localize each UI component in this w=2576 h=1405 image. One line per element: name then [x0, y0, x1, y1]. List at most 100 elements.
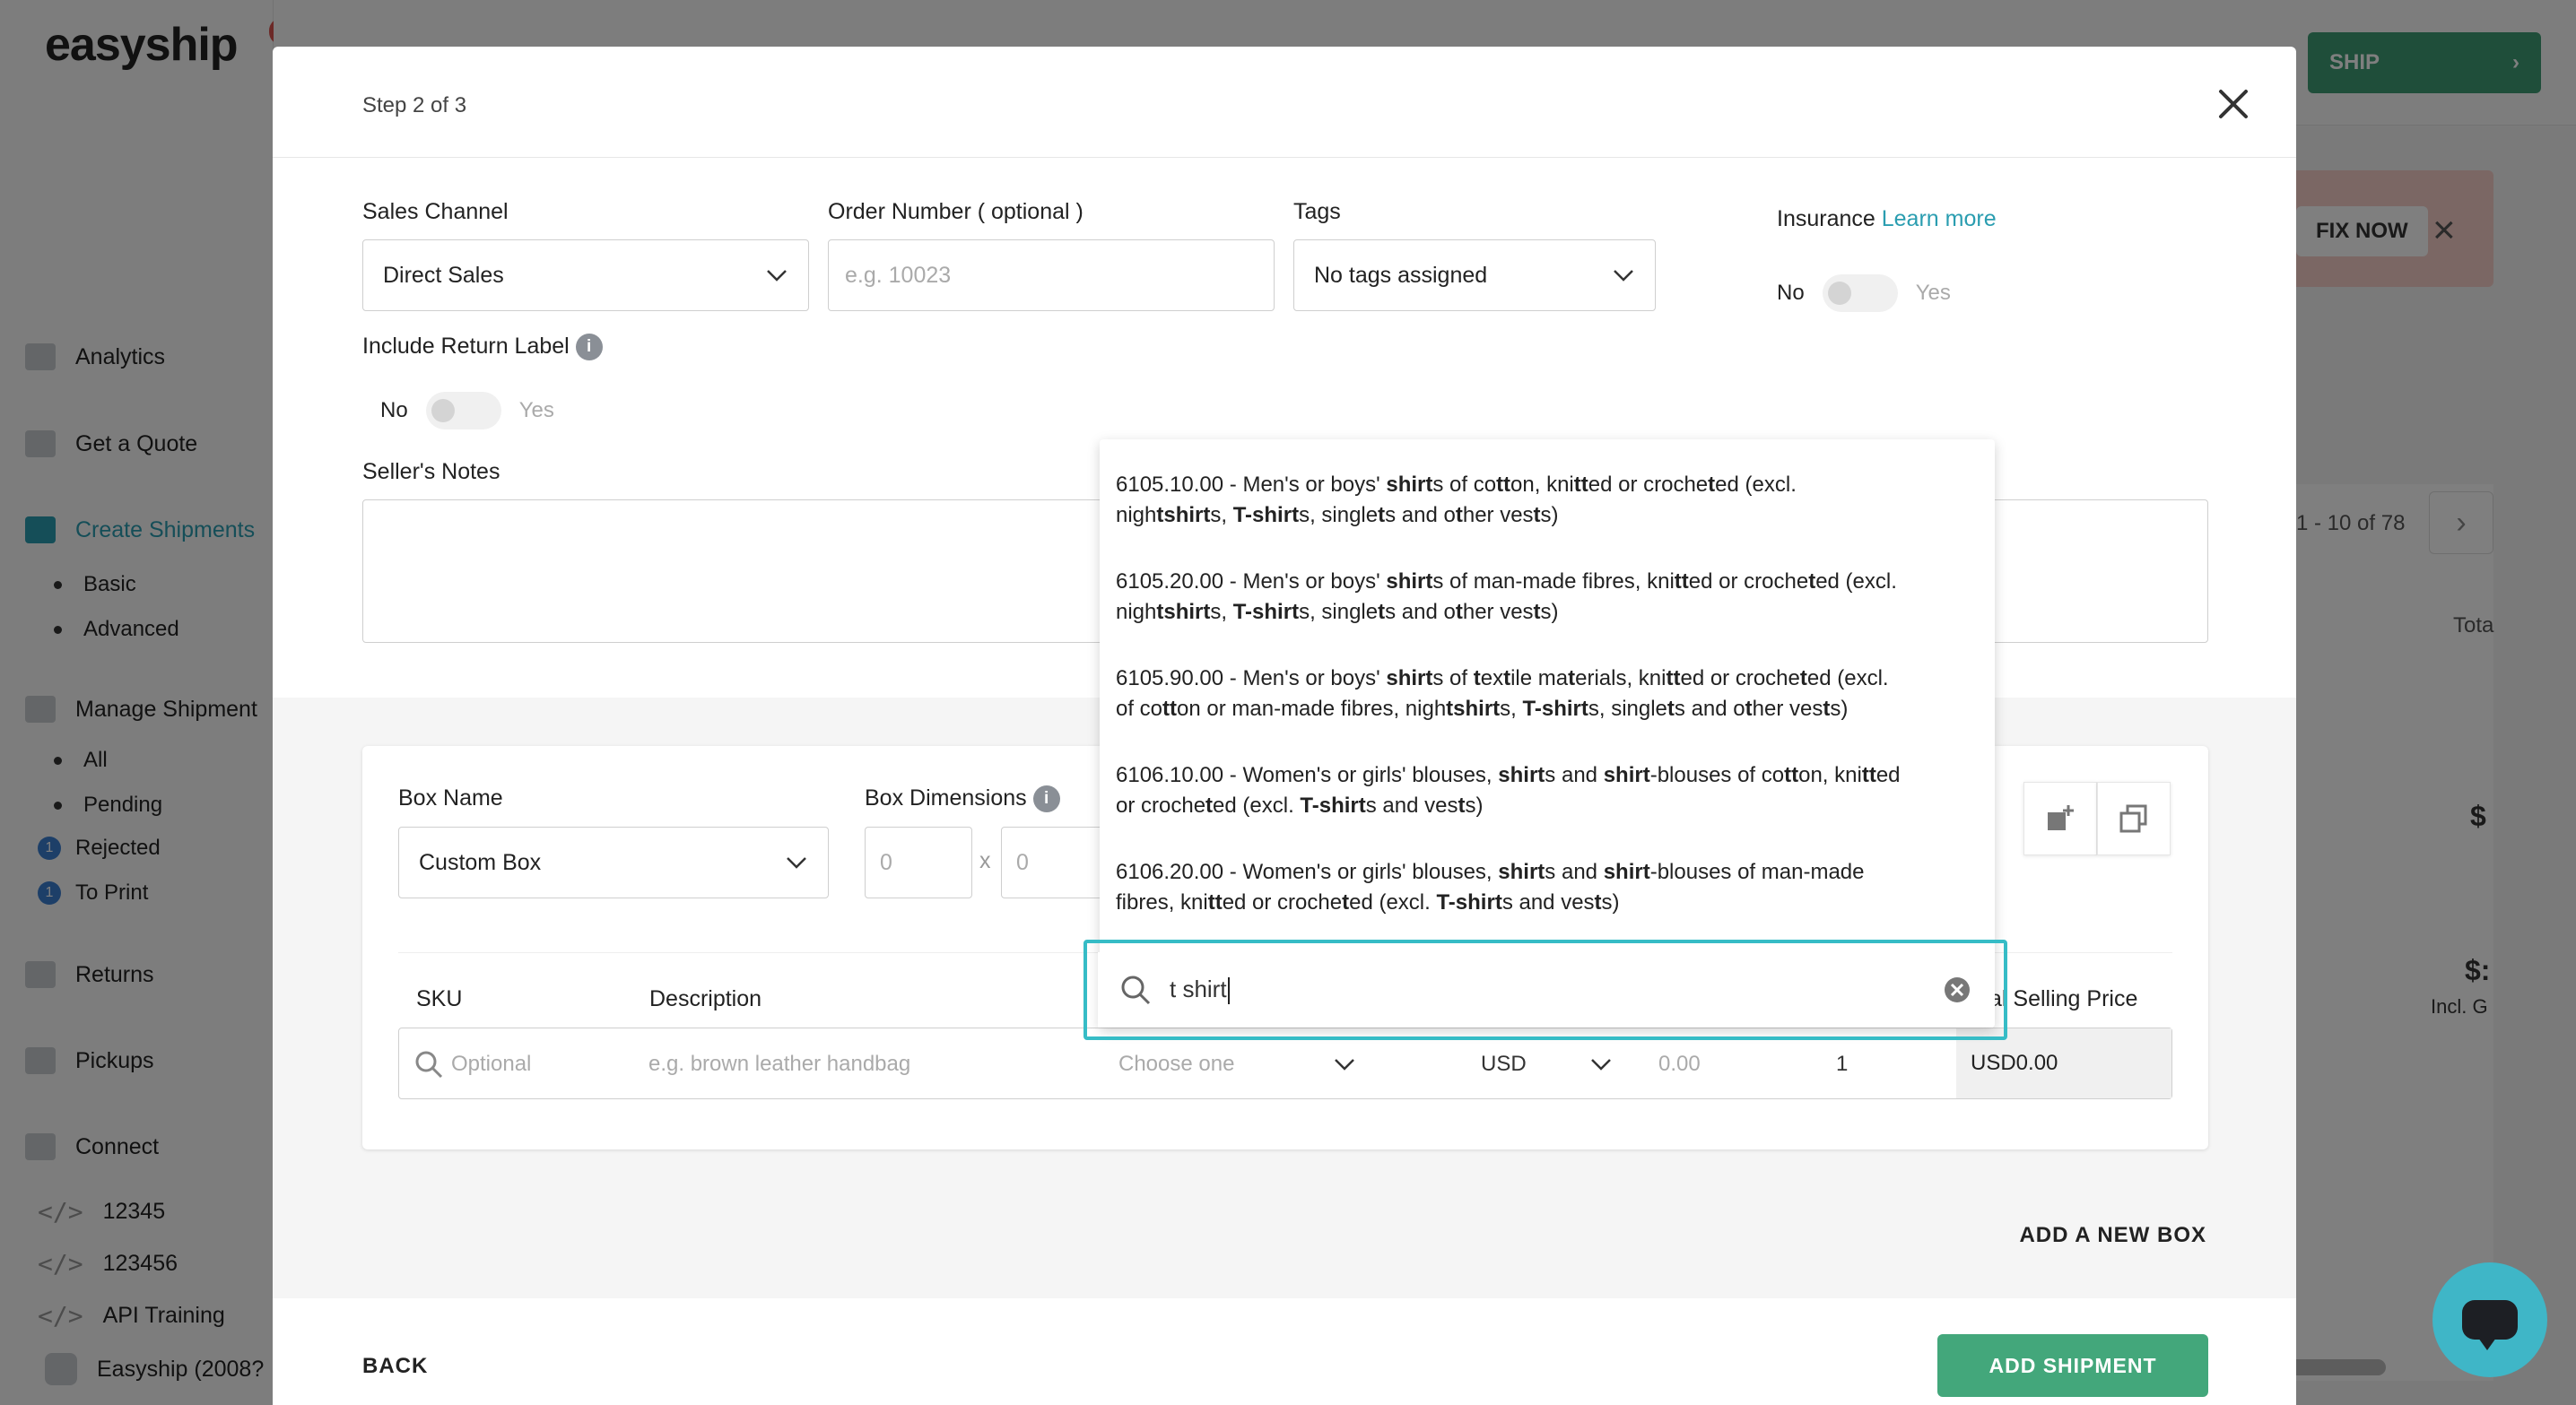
- return-label-toggle-row: No Yes: [380, 392, 554, 429]
- option-text: s and ves: [1365, 794, 1458, 818]
- option-text: ed or croche: [1588, 473, 1709, 497]
- match-highlight: t: [1708, 473, 1716, 497]
- option-text: erials, kni: [1575, 666, 1667, 690]
- toggle-no-label: No: [380, 398, 408, 422]
- option-text: ed (excl.: [1715, 473, 1797, 497]
- close-icon[interactable]: [2212, 82, 2255, 126]
- order-number-placeholder: e.g. 10023: [845, 262, 952, 288]
- option-text: of co: [1116, 697, 1163, 721]
- match-highlight: shirt: [1498, 763, 1545, 787]
- match-highlight: t: [1568, 666, 1576, 690]
- sku-column-header: SKU: [416, 986, 463, 1011]
- option-text: s,: [1210, 600, 1233, 624]
- option-text: s and: [1545, 860, 1604, 884]
- info-icon[interactable]: i: [575, 334, 603, 361]
- text-caret: [1227, 977, 1230, 1005]
- option-text: on or man-made fibres, nigh: [1177, 697, 1447, 721]
- option-text: ed (excl.: [1213, 794, 1301, 818]
- match-highlight: T-shirt: [1232, 600, 1300, 624]
- option-text: 6105.10.00 - Men's or boys': [1116, 473, 1387, 497]
- box-width-placeholder: 0: [1016, 849, 1029, 875]
- search-icon: [415, 1051, 443, 1079]
- option-text: s of: [1432, 666, 1474, 690]
- box-name-select[interactable]: Custom Box: [398, 827, 829, 898]
- match-highlight: tt: [1784, 763, 1799, 787]
- box-width-input[interactable]: 0: [1001, 827, 1109, 898]
- option-text: s and o: [1385, 503, 1456, 527]
- option-text: on, kni: [1798, 763, 1862, 787]
- info-icon[interactable]: i: [1032, 785, 1060, 813]
- total-column-header: al Selling Price: [1989, 986, 2138, 1011]
- match-highlight: t: [1503, 666, 1511, 690]
- box-name-label: Box Name: [398, 785, 503, 811]
- chat-button[interactable]: [2432, 1262, 2547, 1377]
- add-box-button[interactable]: [2023, 782, 2097, 855]
- box-name-value: Custom Box: [419, 849, 542, 875]
- return-label-label: Include Return Label i: [362, 334, 603, 361]
- box-length-placeholder: 0: [880, 849, 892, 875]
- search-icon: [1121, 976, 1151, 1005]
- dropdown-option[interactable]: 6106.10.00 - Women's or girls' blouses, …: [1116, 760, 1977, 821]
- clear-icon[interactable]: [1943, 976, 1971, 1004]
- insurance-label: Insurance Learn more: [1777, 206, 1997, 232]
- dropdown-search-input[interactable]: t shirt: [1098, 952, 1993, 1028]
- add-new-box-button[interactable]: ADD A NEW BOX: [2019, 1223, 2206, 1248]
- sales-channel-select[interactable]: Direct Sales: [362, 239, 809, 311]
- sku-input[interactable]: Optional: [413, 1028, 531, 1100]
- order-number-label: Order Number ( optional ): [828, 199, 1083, 224]
- match-highlight: t: [1799, 666, 1807, 690]
- sales-channel-label: Sales Channel: [362, 199, 509, 224]
- dropdown-option[interactable]: 6105.20.00 - Men's or boys' shirts of ma…: [1116, 567, 1977, 628]
- match-highlight: t: [1808, 569, 1816, 594]
- search-query-text: t shirt: [1170, 975, 1227, 1002]
- learn-more-link[interactable]: Learn more: [1882, 206, 1997, 231]
- option-text: s): [1830, 697, 1849, 721]
- chevron-down-icon: [767, 270, 787, 282]
- option-text: ed or croche: [1222, 890, 1343, 915]
- match-highlight: T-shirt: [1232, 503, 1300, 527]
- option-text: her ves: [1752, 697, 1823, 721]
- duplicate-box-button[interactable]: [2097, 782, 2171, 855]
- dropdown-option[interactable]: 6105.10.00 - Men's or boys' shirts of co…: [1116, 470, 1977, 531]
- return-label-toggle[interactable]: [425, 392, 501, 429]
- option-text: s): [1540, 600, 1559, 624]
- match-highlight: tt: [1162, 697, 1178, 721]
- box-length-input[interactable]: 0: [865, 827, 972, 898]
- dropdown-option[interactable]: 6106.20.00 - Women's or girls' blouses, …: [1116, 857, 1977, 918]
- match-highlight: t: [1533, 503, 1541, 527]
- dropdown-search-highlight: t shirt: [1083, 940, 2007, 1040]
- category-placeholder: Choose one: [1118, 1052, 1235, 1076]
- match-highlight: t: [1473, 666, 1481, 690]
- option-text: nigh: [1116, 600, 1157, 624]
- price-placeholder: 0.00: [1658, 1052, 1701, 1076]
- match-highlight: T-shirt: [1300, 794, 1366, 818]
- option-text: s and o: [1674, 697, 1745, 721]
- match-highlight: t: [1378, 600, 1386, 624]
- return-label-text: Include Return Label: [362, 334, 570, 359]
- option-text: s, single: [1299, 503, 1379, 527]
- option-text: 6105.20.00 - Men's or boys': [1116, 569, 1387, 594]
- insurance-toggle[interactable]: [1822, 274, 1898, 312]
- back-button[interactable]: BACK: [362, 1354, 428, 1379]
- tags-select[interactable]: No tags assigned: [1293, 239, 1656, 311]
- option-text: ex: [1480, 666, 1504, 690]
- chevron-down-icon: [1590, 1059, 1611, 1071]
- option-text: s, single: [1588, 697, 1667, 721]
- option-text: ed (excl.: [1349, 890, 1437, 915]
- order-number-input[interactable]: e.g. 10023: [828, 239, 1275, 311]
- match-highlight: tt: [1207, 890, 1223, 915]
- dropdown-option[interactable]: 6105.90.00 - Men's or boys' shirts of te…: [1116, 663, 1977, 724]
- option-text: s): [1465, 794, 1484, 818]
- match-highlight: tshirt: [1156, 600, 1211, 624]
- match-highlight: t: [1745, 697, 1753, 721]
- toggle-yes-label: Yes: [518, 398, 554, 422]
- option-text: 6106.10.00 - Women's or girls' blouses,: [1116, 763, 1499, 787]
- box-dimensions-text: Box Dimensions: [865, 785, 1027, 811]
- option-text: on, kni: [1510, 473, 1574, 497]
- option-text: ed or croche: [1688, 569, 1809, 594]
- match-highlight: tt: [1666, 666, 1681, 690]
- option-text: 6106.20.00 - Women's or girls' blouses,: [1116, 860, 1499, 884]
- add-shipment-button[interactable]: ADD SHIPMENT: [1937, 1334, 2208, 1397]
- match-highlight: t: [1455, 600, 1463, 624]
- description-input[interactable]: e.g. brown leather handbag: [648, 1028, 910, 1100]
